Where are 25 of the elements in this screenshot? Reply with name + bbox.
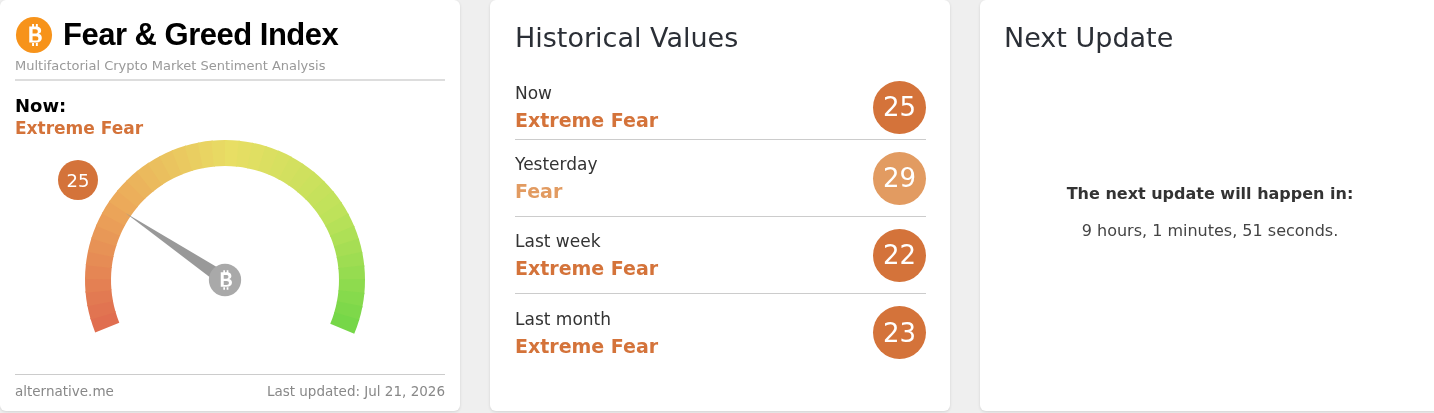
sentiment-status: Extreme Fear [515,334,659,357]
sentiment-status: Extreme Fear [515,109,659,131]
period-label: Last week [515,231,602,251]
countdown-text: 9 hours, 1 minutes, 51 seconds. [1081,221,1339,240]
value-badge: 25 [873,80,926,134]
value-badge: 22 [873,228,926,282]
bitcoin-icon [208,263,242,297]
update-heading: The next update will happen in: [1066,184,1354,203]
period-label: Now [515,83,554,103]
card-title: Fear & Greed Index [63,17,339,53]
source-link[interactable]: alternative.me [15,383,114,399]
period-label: Last month [515,308,612,329]
last-updated: Last updated: Jul 21, 2026 [266,383,445,399]
now-label: Now: [15,95,68,116]
card-subtitle: Multifactorial Crypto Market Sentiment Analysis [15,58,445,81]
value-badge: 29 [873,151,926,205]
value-badge: 23 [873,306,926,359]
sentiment-status: Extreme Fear [515,257,659,279]
sentiment-status: Extreme Fear [15,118,145,138]
card-title: Next Update [1004,22,1175,53]
bitcoin-icon [15,16,53,54]
period-label: Yesterday [515,154,598,174]
card-title: Historical Values [515,22,740,53]
gauge-value: 25 [58,160,98,200]
sentiment-status: Fear [515,180,564,202]
